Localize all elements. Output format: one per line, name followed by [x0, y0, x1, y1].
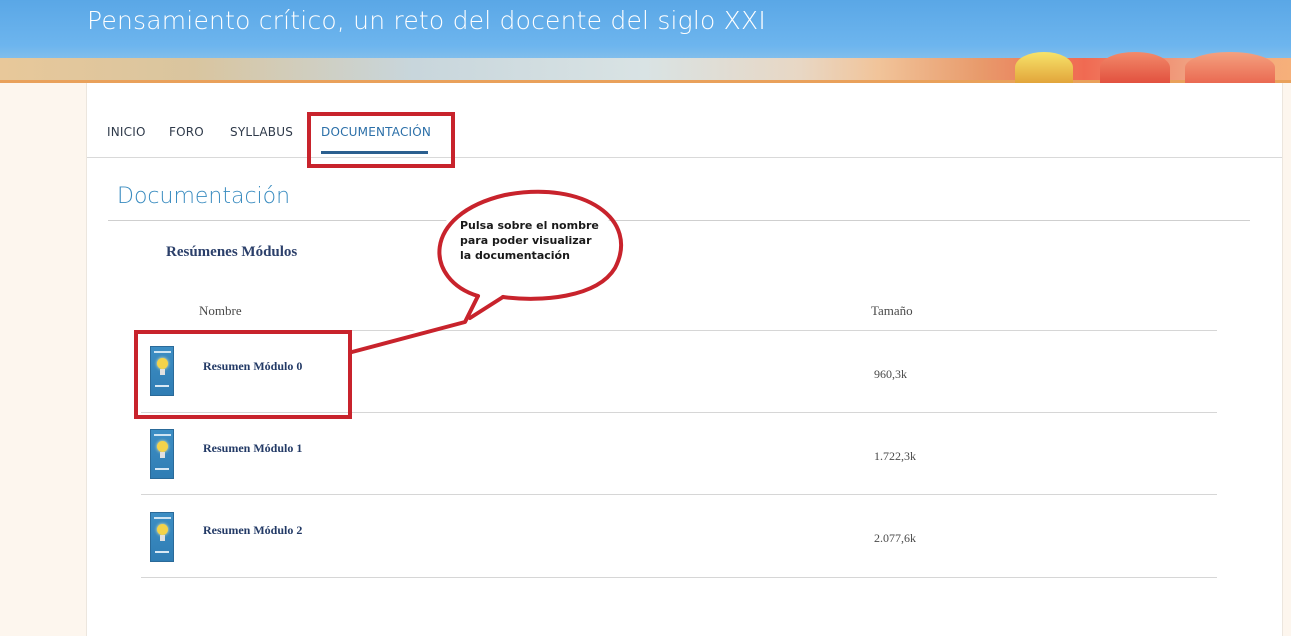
speech-bubble-callout	[350, 189, 623, 354]
callout-instruction-text: Pulsa sobre el nombre para poder visuali…	[460, 219, 599, 262]
